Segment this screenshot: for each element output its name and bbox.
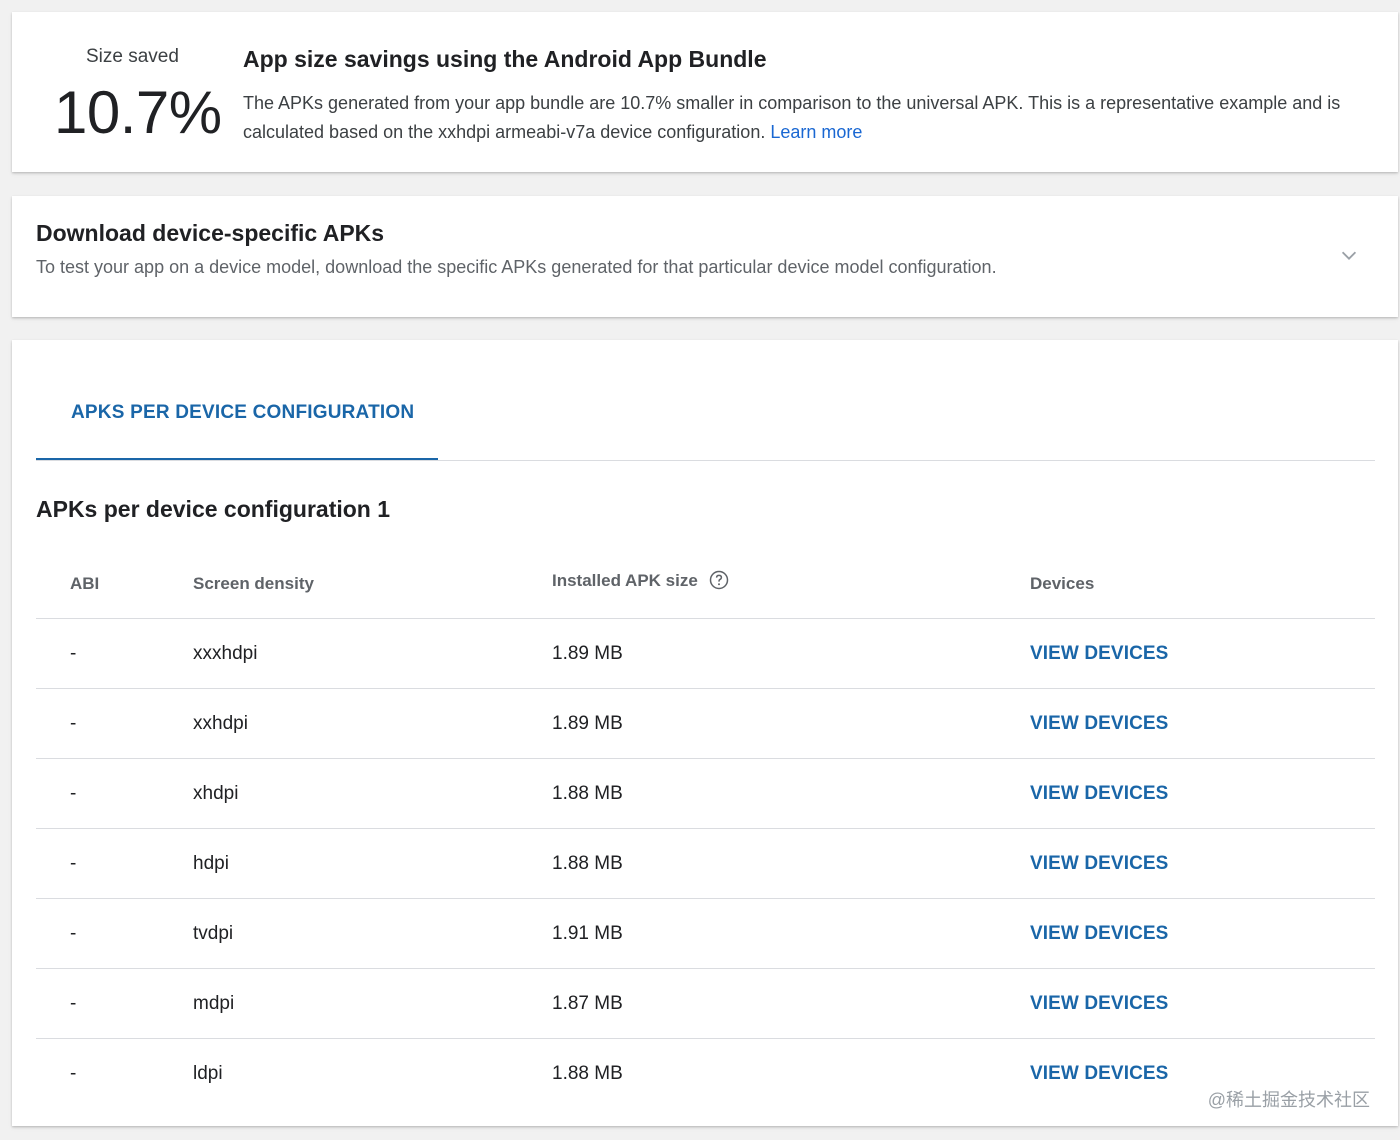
column-header-installed-apk-size: Installed APK size <box>552 570 729 591</box>
help-circle-icon[interactable] <box>709 570 729 590</box>
cell-abi: - <box>70 923 77 944</box>
column-header-screen-density: Screen density <box>193 574 314 593</box>
cell-apk-size: 1.88 MB <box>552 783 623 804</box>
view-devices-button[interactable]: VIEW DEVICES <box>1030 643 1168 665</box>
view-devices-button[interactable]: VIEW DEVICES <box>1030 993 1168 1015</box>
table-row: - hdpi 1.88 MB VIEW DEVICES <box>36 829 1375 899</box>
column-header-size-label: Installed APK size <box>552 571 698 590</box>
table-row: - mdpi 1.87 MB VIEW DEVICES <box>36 969 1375 1039</box>
table-row: - tvdpi 1.91 MB VIEW DEVICES <box>36 899 1375 969</box>
table-header: ABI Screen density Installed APK size De… <box>36 548 1375 619</box>
cell-abi: - <box>70 783 77 804</box>
learn-more-link[interactable]: Learn more <box>770 122 862 142</box>
cell-screen-density: xxxhdpi <box>193 643 258 664</box>
table-row: - xxhdpi 1.89 MB VIEW DEVICES <box>36 689 1375 759</box>
view-devices-button[interactable]: VIEW DEVICES <box>1030 1063 1168 1085</box>
cell-screen-density: hdpi <box>193 853 229 874</box>
cell-abi: - <box>70 853 77 874</box>
download-apks-title: Download device-specific APKs <box>36 220 385 246</box>
tab-divider <box>36 460 1375 461</box>
view-devices-button[interactable]: VIEW DEVICES <box>1030 923 1168 945</box>
cell-apk-size: 1.88 MB <box>552 1063 623 1084</box>
cell-apk-size: 1.88 MB <box>552 853 623 874</box>
section-title: APKs per device configuration 1 <box>36 496 391 522</box>
column-header-devices: Devices <box>1030 574 1095 593</box>
table-row: - xhdpi 1.88 MB VIEW DEVICES <box>36 759 1375 829</box>
apks-table: ABI Screen density Installed APK size De… <box>36 548 1375 1108</box>
cell-screen-density: xhdpi <box>193 783 239 804</box>
column-header-abi: ABI <box>70 574 100 593</box>
cell-screen-density: mdpi <box>193 993 235 1014</box>
tab-label: APKS PER DEVICE CONFIGURATION <box>71 402 415 423</box>
apks-card: APKS PER DEVICE CONFIGURATION APKs per d… <box>12 340 1398 1126</box>
chevron-down-icon[interactable] <box>1338 244 1360 266</box>
cell-abi: - <box>70 1063 77 1084</box>
download-apks-card[interactable]: Download device-specific APKs To test yo… <box>12 196 1398 317</box>
view-devices-button[interactable]: VIEW DEVICES <box>1030 853 1168 875</box>
cell-screen-density: ldpi <box>193 1063 223 1084</box>
cell-abi: - <box>70 643 77 664</box>
table-row: - ldpi 1.88 MB VIEW DEVICES <box>36 1039 1375 1108</box>
download-apks-description: To test your app on a device model, down… <box>36 257 997 277</box>
size-saved-value: 10.7% <box>54 79 222 146</box>
watermark: @稀土掘金技术社区 <box>1207 1090 1370 1110</box>
cell-abi: - <box>70 713 77 734</box>
cell-apk-size: 1.89 MB <box>552 643 623 664</box>
savings-title: App size savings using the Android App B… <box>243 46 767 72</box>
size-savings-card: Size saved 10.7% App size savings using … <box>12 12 1398 172</box>
cell-apk-size: 1.87 MB <box>552 993 623 1014</box>
cell-screen-density: tvdpi <box>193 923 234 944</box>
cell-apk-size: 1.89 MB <box>552 713 623 734</box>
cell-apk-size: 1.91 MB <box>552 923 623 944</box>
view-devices-button[interactable]: VIEW DEVICES <box>1030 783 1168 805</box>
size-saved-label: Size saved <box>86 46 179 67</box>
cell-screen-density: xxhdpi <box>193 713 248 734</box>
savings-description: The APKs generated from your app bundle … <box>243 89 1373 147</box>
table-row: - xxxhdpi 1.89 MB VIEW DEVICES <box>36 619 1375 689</box>
tab-apks-per-device-configuration[interactable]: APKS PER DEVICE CONFIGURATION <box>36 380 438 461</box>
view-devices-button[interactable]: VIEW DEVICES <box>1030 713 1168 735</box>
cell-abi: - <box>70 993 77 1014</box>
